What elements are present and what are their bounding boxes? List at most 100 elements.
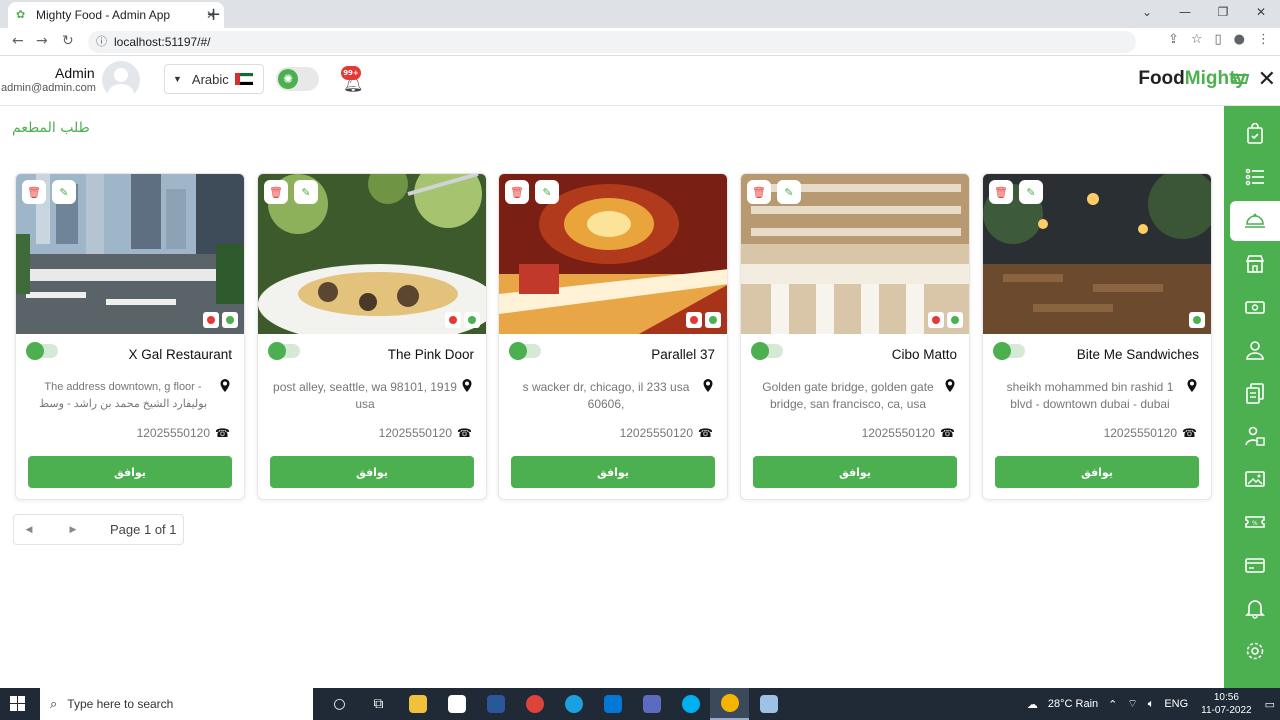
tray-overflow-icon[interactable]: ⌃ xyxy=(1108,698,1117,711)
store-app-icon[interactable] xyxy=(632,688,671,720)
reload-icon[interactable]: ↻ xyxy=(62,33,74,49)
menu-close-icon[interactable]: ✕ xyxy=(1258,67,1276,92)
sidebar-item-wallet[interactable] xyxy=(1230,545,1280,585)
delete-icon[interactable]: 🗑︎ xyxy=(505,180,529,204)
word-icon[interactable] xyxy=(476,688,515,720)
restaurant-card: 🗑︎ ✎ Bite Me Sandwiches sheikh mohammed … xyxy=(982,173,1212,500)
phone-icon: ☎ xyxy=(940,426,955,440)
sidebar-item-settings[interactable] xyxy=(1230,631,1280,671)
restaurant-card: 🗑︎ ✎ Parallel 37 s wacker dr, chicago, i… xyxy=(498,173,728,500)
edit-icon[interactable]: ✎ xyxy=(294,180,318,204)
input-language[interactable]: ENG xyxy=(1164,698,1188,710)
wallet-icon xyxy=(1245,558,1265,573)
app-header: Admin admin@admin.com ▼ Arabic ✺ 🔔︎ 99+ … xyxy=(0,56,1280,106)
delete-icon[interactable]: 🗑︎ xyxy=(264,180,288,204)
approve-button[interactable]: يوافق xyxy=(28,456,232,488)
sidebar: % xyxy=(1224,106,1280,688)
approve-button[interactable]: يوافق xyxy=(995,456,1199,488)
clock[interactable]: 10:56 11-07-2022 xyxy=(1201,691,1251,717)
browser-tab[interactable]: ✿ Mighty Food - Admin App ✕ xyxy=(8,2,224,28)
edit-icon[interactable]: ✎ xyxy=(777,180,801,204)
skype-icon[interactable] xyxy=(671,688,710,720)
language-select[interactable]: ▼ Arabic xyxy=(164,64,264,94)
sidebar-item-payment[interactable] xyxy=(1230,287,1280,327)
bookmark-star-icon[interactable]: ☆ xyxy=(1191,32,1203,47)
notepad-icon[interactable] xyxy=(749,688,788,720)
minimize-icon[interactable]: — xyxy=(1166,0,1204,28)
edit-icon[interactable]: ✎ xyxy=(535,180,559,204)
tab-list-icon[interactable]: ⌄ xyxy=(1128,0,1166,28)
file-explorer-icon[interactable] xyxy=(398,688,437,720)
brand-logo: FoodMighty xyxy=(1138,68,1246,89)
delete-icon[interactable]: 🗑︎ xyxy=(989,180,1013,204)
indicator-red xyxy=(686,312,702,328)
back-icon[interactable]: ← xyxy=(12,33,24,49)
avatar[interactable] xyxy=(102,61,140,99)
phone-icon: ☎ xyxy=(1182,426,1197,440)
edge-icon[interactable] xyxy=(554,688,593,720)
chrome-active-icon[interactable] xyxy=(710,688,749,720)
window-close-icon[interactable]: ✕ xyxy=(1242,0,1280,28)
restaurant-card: 🗑︎ ✎ The Pink Door post alley, seattle, … xyxy=(257,173,487,500)
browser-menu-icon[interactable]: ⋮ xyxy=(1257,32,1270,47)
sidebar-item-banner[interactable] xyxy=(1230,459,1280,499)
notification-center-icon[interactable]: ▭ xyxy=(1265,698,1275,711)
approve-button[interactable]: يوافق xyxy=(511,456,715,488)
indicator-green xyxy=(464,312,480,328)
delete-icon[interactable]: 🗑︎ xyxy=(747,180,771,204)
cortana-icon[interactable]: ○ xyxy=(320,688,359,720)
approve-button[interactable]: يوافق xyxy=(270,456,474,488)
chrome-icon[interactable] xyxy=(515,688,554,720)
side-panel-icon[interactable]: ▯ xyxy=(1215,32,1222,47)
site-info-icon[interactable]: ⓘ xyxy=(96,31,107,53)
share-icon[interactable]: ⇪ xyxy=(1168,32,1179,47)
sidebar-item-delivery-man[interactable] xyxy=(1230,416,1280,456)
sidebar-item-restaurant-request[interactable] xyxy=(1230,201,1280,241)
next-page-icon[interactable]: ▶ xyxy=(58,525,88,535)
coupon-icon: % xyxy=(1245,516,1265,528)
tab-title: Mighty Food - Admin App xyxy=(36,8,171,22)
edit-icon[interactable]: ✎ xyxy=(52,180,76,204)
browser-actions: ⇪ ☆ ▯ ● ⋮ xyxy=(1168,32,1270,47)
sidebar-item-users[interactable] xyxy=(1230,330,1280,370)
profile-icon[interactable]: ● xyxy=(1234,32,1245,47)
mail-icon[interactable] xyxy=(593,688,632,720)
prev-page-icon[interactable]: ◀ xyxy=(14,525,44,535)
status-indicators xyxy=(686,312,721,328)
sidebar-item-documents[interactable] xyxy=(1230,373,1280,413)
new-tab-icon[interactable]: + xyxy=(206,4,221,25)
edit-icon[interactable]: ✎ xyxy=(1019,180,1043,204)
language-label: Arabic xyxy=(191,71,229,87)
notification-button[interactable]: 🔔︎ 99+ xyxy=(340,66,363,93)
url-input[interactable]: ⓘ localhost:51197/#/ xyxy=(88,31,1136,53)
restaurant-phone: 12025550120 xyxy=(1103,426,1177,440)
app-icon[interactable] xyxy=(437,688,476,720)
delivery-man-icon xyxy=(1245,426,1265,446)
task-view-icon[interactable]: ⧉ xyxy=(359,688,398,720)
admin-name: Admin xyxy=(55,65,95,81)
location-pin-icon xyxy=(945,379,955,392)
restaurant-card: 🗑︎ ✎ Cibo Matto Golden gate bridge, gold… xyxy=(740,173,970,500)
taskbar-search-input[interactable]: ⌕ Type here to search xyxy=(40,688,313,720)
indicator-red xyxy=(445,312,461,328)
weather-text[interactable]: 28°C Rain xyxy=(1048,698,1098,710)
phone-icon: ☎ xyxy=(457,426,472,440)
sidebar-item-store[interactable] xyxy=(1230,244,1280,284)
sidebar-item-coupon[interactable]: % xyxy=(1230,502,1280,542)
clock-date: 11-07-2022 xyxy=(1201,705,1252,716)
sidebar-item-orders[interactable] xyxy=(1230,114,1280,154)
sidebar-item-list[interactable] xyxy=(1230,157,1280,197)
windows-start-icon[interactable] xyxy=(10,696,26,712)
network-icon[interactable]: ⌔ xyxy=(1127,697,1137,711)
list-icon xyxy=(1245,168,1264,186)
approve-button[interactable]: يوافق xyxy=(753,456,957,488)
delete-icon[interactable]: 🗑︎ xyxy=(22,180,46,204)
theme-toggle[interactable]: ✺ xyxy=(276,67,319,91)
sidebar-item-notifications[interactable] xyxy=(1230,588,1280,628)
volume-icon[interactable]: 🔈︎ xyxy=(1148,698,1155,711)
restore-icon[interactable]: ❐ xyxy=(1204,0,1242,28)
windows-taskbar: ⌕ Type here to search ○ ⧉ ☁ 28°C Rain ⌃ … xyxy=(0,688,1280,720)
restaurant-address: post alley, seattle, wa 98101, 1919 usa xyxy=(273,380,457,411)
taskbar-apps: ○ ⧉ xyxy=(320,688,788,720)
forward-icon[interactable]: → xyxy=(36,33,48,49)
